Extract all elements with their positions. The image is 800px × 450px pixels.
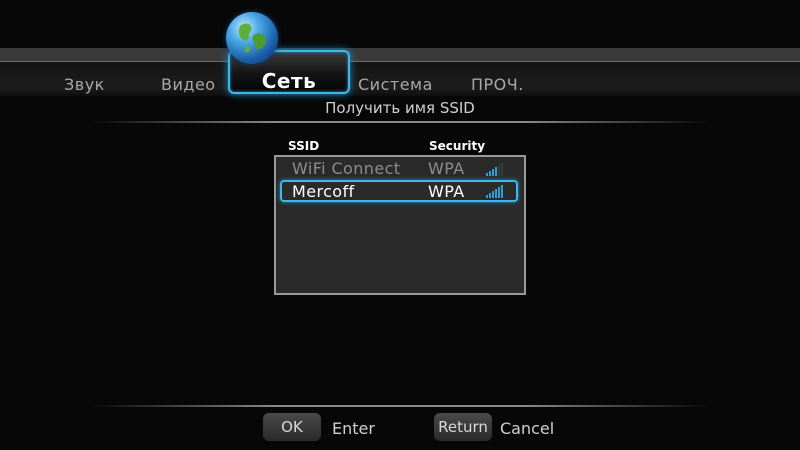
tab-system[interactable]: Система [358,75,433,94]
signal-strength-icon [486,162,506,176]
ssid-security: WPA [428,182,465,201]
header-divider [90,121,710,123]
ssid-security: WPA [428,159,465,178]
ok-button[interactable]: OK [263,413,321,441]
list-item-selected[interactable]: Mercoff WPA [280,180,518,202]
ssid-list: WiFi Connect WPA Mercoff WPA [274,155,526,295]
globe-icon [226,12,278,64]
tab-misc[interactable]: ПРОЧ. [471,75,524,94]
tab-network-label: Сеть [261,69,317,93]
page-subtitle: Получить имя SSID [325,99,475,117]
tab-sound[interactable]: Звук [64,75,105,94]
signal-strength-icon [486,184,506,198]
ssid-name: Mercoff [292,182,355,201]
list-item[interactable]: WiFi Connect WPA [280,158,518,180]
ok-action-label: Enter [332,419,375,438]
ssid-name: WiFi Connect [292,159,401,178]
tab-video[interactable]: Видео [161,75,216,94]
menu-bar-highlight [0,61,800,62]
column-header-ssid: SSID [288,139,320,153]
return-button[interactable]: Return [434,413,492,441]
footer-divider [90,405,710,407]
column-header-security: Security [429,139,486,153]
return-action-label: Cancel [500,419,555,438]
